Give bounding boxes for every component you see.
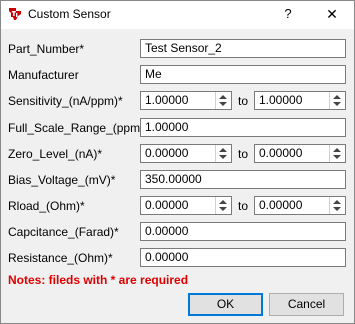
sensitivity-max-stepper[interactable]	[329, 92, 345, 109]
capacitance-value: 0.00000	[145, 224, 189, 238]
close-button[interactable]: ✕	[319, 4, 345, 24]
zero-level-min-spinbox[interactable]: 0.00000	[140, 144, 232, 163]
zero-level-min-value: 0.00000	[145, 146, 189, 160]
help-button[interactable]: ?	[277, 4, 299, 24]
arrow-up-icon[interactable]	[219, 95, 227, 99]
sensitivity-max-spinbox[interactable]: 1.00000	[254, 91, 346, 110]
part-number-label: Part_Number*	[8, 42, 85, 56]
dialog-body: Part_Number* Test Sensor_2 Manufacturer …	[1, 29, 354, 323]
bias-voltage-label: Bias_Voltage_(mV)*	[8, 173, 116, 187]
rload-max-spinbox[interactable]: 0.00000	[254, 196, 346, 215]
sensitivity-min-spinbox[interactable]: 1.00000	[140, 91, 232, 110]
title-bar: Custom Sensor ? ✕	[1, 1, 354, 29]
sensitivity-min-value: 1.00000	[145, 93, 189, 107]
required-fields-note: Notes: fileds with * are required	[8, 273, 189, 287]
arrow-down-icon[interactable]	[219, 207, 227, 211]
resistance-spinbox[interactable]: 0.00000	[140, 248, 346, 267]
zero-level-max-stepper[interactable]	[329, 145, 345, 162]
rload-to-label: to	[238, 199, 249, 213]
arrow-down-icon[interactable]	[333, 207, 341, 211]
rload-min-spinbox[interactable]: 0.00000	[140, 196, 232, 215]
arrow-up-icon[interactable]	[333, 148, 341, 152]
arrow-up-icon[interactable]	[333, 200, 341, 204]
arrow-down-icon[interactable]	[219, 102, 227, 106]
sensitivity-min-stepper[interactable]	[215, 92, 231, 109]
arrow-up-icon[interactable]	[333, 95, 341, 99]
rload-max-stepper[interactable]	[329, 197, 345, 214]
cancel-button[interactable]: Cancel	[269, 293, 344, 316]
zero-level-max-spinbox[interactable]: 0.00000	[254, 144, 346, 163]
zero-level-min-stepper[interactable]	[215, 145, 231, 162]
manufacturer-label: Manufacturer	[8, 68, 79, 82]
part-number-field[interactable]: Test Sensor_2	[140, 39, 346, 58]
bias-voltage-value: 350.00000	[145, 172, 202, 186]
full-scale-range-spinbox[interactable]: 1.00000	[140, 118, 346, 137]
arrow-up-icon[interactable]	[219, 148, 227, 152]
sensitivity-max-value: 1.00000	[259, 93, 303, 107]
resistance-label: Resistance_(Ohm)*	[8, 251, 113, 265]
capacitance-label: Capcitance_(Farad)*	[8, 225, 119, 239]
full-scale-range-label: Full_Scale_Range_(ppm)*	[8, 121, 149, 135]
bias-voltage-spinbox[interactable]: 350.00000	[140, 170, 346, 189]
arrow-down-icon[interactable]	[333, 155, 341, 159]
ti-logo-icon	[9, 8, 21, 20]
arrow-down-icon[interactable]	[333, 102, 341, 106]
rload-label: Rload_(Ohm)*	[8, 199, 85, 213]
ok-button[interactable]: OK	[188, 293, 263, 316]
resistance-value: 0.00000	[145, 250, 189, 264]
arrow-up-icon[interactable]	[219, 200, 227, 204]
sensitivity-to-label: to	[238, 94, 249, 108]
rload-min-stepper[interactable]	[215, 197, 231, 214]
sensitivity-label: Sensitivity_(nA/ppm)*	[8, 94, 123, 108]
rload-max-value: 0.00000	[259, 198, 303, 212]
capacitance-spinbox[interactable]: 0.00000	[140, 222, 346, 241]
arrow-down-icon[interactable]	[219, 155, 227, 159]
window-title: Custom Sensor	[28, 7, 111, 21]
zero-level-to-label: to	[238, 147, 249, 161]
full-scale-range-value: 1.00000	[145, 120, 189, 134]
custom-sensor-dialog: Custom Sensor ? ✕ Part_Number* Test Sens…	[0, 0, 355, 324]
manufacturer-field[interactable]: Me	[140, 65, 346, 84]
zero-level-max-value: 0.00000	[259, 146, 303, 160]
zero-level-label: Zero_Level_(nA)*	[8, 147, 103, 161]
rload-min-value: 0.00000	[145, 198, 189, 212]
